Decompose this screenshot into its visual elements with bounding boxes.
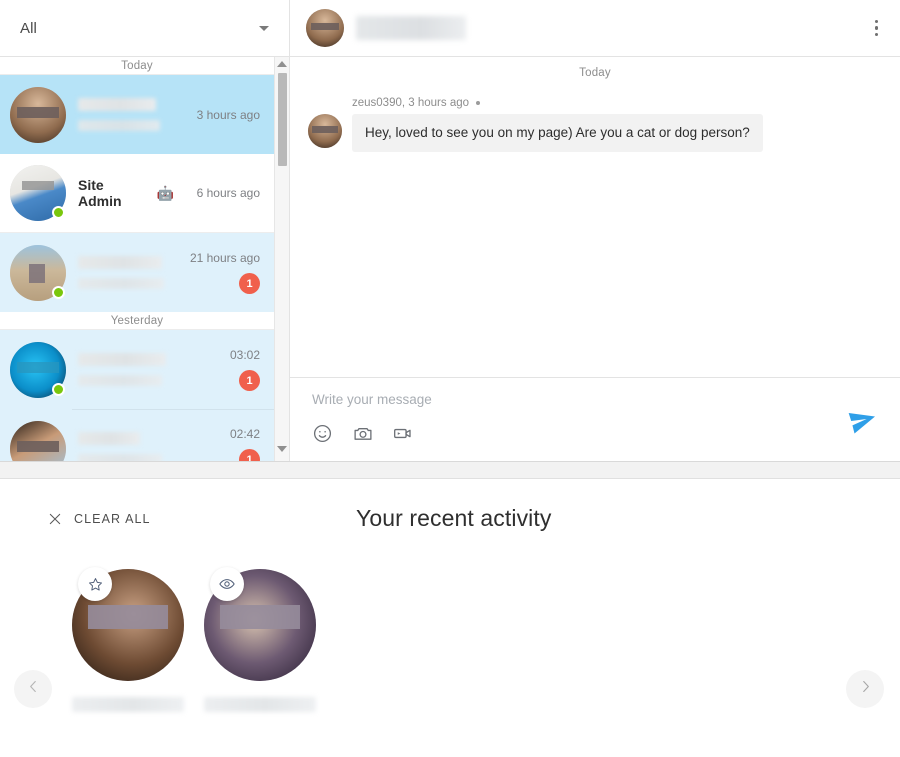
- blurred-message: [78, 278, 164, 289]
- avatar: [10, 420, 66, 461]
- chevron-left-icon: [25, 678, 42, 700]
- activity-carousel: [0, 553, 900, 753]
- blurred-user-name: [204, 697, 316, 712]
- close-x-icon[interactable]: [48, 512, 62, 526]
- blurred-message: [78, 454, 162, 461]
- conversation-meta: 02:42 1: [174, 427, 260, 461]
- message-input-placeholder[interactable]: Write your message: [312, 392, 880, 407]
- kebab-menu-icon[interactable]: [871, 14, 883, 43]
- blurred-message: [78, 375, 162, 386]
- scrollbar-thumb[interactable]: [277, 73, 287, 166]
- message-author-time: zeus0390, 3 hours ago: [352, 97, 470, 109]
- online-indicator: [52, 285, 65, 299]
- conversation-preview: [66, 98, 174, 131]
- send-arrow-icon[interactable]: [848, 405, 878, 435]
- conversation-time: 3 hours ago: [196, 107, 260, 122]
- message-status-dot-icon: [476, 101, 481, 105]
- composer-tools: [312, 423, 880, 443]
- unread-count-badge: 1: [239, 449, 260, 461]
- conversation-time: 03:02: [229, 348, 260, 362]
- conversation-scrollbar[interactable]: [274, 57, 289, 461]
- chat-partner-avatar[interactable]: [306, 9, 344, 47]
- scroll-down-arrow-icon[interactable]: [277, 446, 287, 452]
- blurred-name: [78, 353, 166, 366]
- conversation-name: Site Admin: [78, 177, 122, 209]
- emoji-smiley-icon[interactable]: [312, 423, 334, 443]
- conversation-name-row: Site Admin 🤖: [78, 177, 174, 209]
- conversation-preview: [66, 256, 174, 289]
- clear-all-label: CLEAR ALL: [74, 512, 151, 526]
- conversation-time: 02:42: [229, 427, 260, 441]
- conversation-preview: Site Admin 🤖: [66, 177, 174, 209]
- carousel-next-button[interactable]: [846, 670, 884, 708]
- conversation-time: 6 hours ago: [196, 186, 260, 200]
- messenger-panel: All Today 3 hours ago Site Admin 🤖 6 hou…: [0, 0, 900, 462]
- conversation-row[interactable]: 21 hours ago 1: [0, 233, 274, 312]
- scroll-up-arrow-icon[interactable]: [277, 61, 287, 67]
- chat-partner-name: [356, 16, 466, 40]
- chat-message-area: Today zeus0390, 3 hours ago Hey, loved t…: [290, 57, 900, 377]
- activity-card-list: [0, 553, 900, 712]
- chat-day-label: Today: [579, 67, 611, 79]
- conversation-row[interactable]: 03:02 1: [0, 330, 274, 409]
- conversation-meta: 3 hours ago: [174, 108, 260, 122]
- conversation-filter-dropdown[interactable]: All: [0, 0, 289, 57]
- message-bubble: Hey, loved to see you on my page) Are yo…: [352, 114, 763, 152]
- activity-card[interactable]: [72, 567, 184, 712]
- avatar: [10, 165, 66, 221]
- chevron-right-icon: [857, 678, 874, 700]
- filter-label: All: [20, 19, 37, 37]
- chat-column: Today zeus0390, 3 hours ago Hey, loved t…: [290, 0, 900, 461]
- conversation-preview: [66, 353, 174, 386]
- message-avatar: [308, 114, 342, 148]
- avatar: [10, 341, 66, 398]
- day-separator-today: Today: [0, 57, 274, 75]
- camera-icon[interactable]: [352, 423, 374, 443]
- blurred-name: [78, 98, 156, 111]
- conversation-row[interactable]: 02:42 1: [0, 409, 274, 461]
- day-separator-yesterday: Yesterday: [0, 312, 274, 330]
- carousel-prev-button[interactable]: [14, 670, 52, 708]
- unread-count-badge: 1: [239, 273, 260, 294]
- page-title: Your recent activity: [356, 505, 552, 531]
- conversation-row[interactable]: 3 hours ago: [0, 75, 274, 154]
- blurred-name: [78, 432, 140, 445]
- star-icon: [78, 567, 112, 601]
- conversation-meta: 21 hours ago 1: [174, 251, 260, 294]
- conversation-list-column: All Today 3 hours ago Site Admin 🤖 6 hou…: [0, 0, 290, 461]
- activity-card[interactable]: [204, 567, 316, 712]
- online-indicator: [52, 206, 65, 219]
- recent-activity-panel: CLEAR ALL Your recent activity: [0, 478, 900, 757]
- conversation-meta: 6 hours ago: [174, 186, 260, 200]
- online-indicator: [52, 382, 65, 396]
- message-composer[interactable]: Write your message: [290, 377, 900, 461]
- avatar: [10, 86, 66, 143]
- conversation-meta: 03:02 1: [174, 348, 260, 391]
- blurred-message: [78, 120, 160, 131]
- activity-header: CLEAR ALL Your recent activity: [0, 479, 900, 553]
- blurred-user-name: [72, 697, 184, 712]
- avatar: [10, 244, 66, 301]
- message-meta: zeus0390, 3 hours ago: [352, 97, 880, 109]
- conversation-preview: [66, 432, 174, 461]
- conversation-time: 21 hours ago: [189, 251, 260, 265]
- robot-emoji-icon: 🤖: [156, 184, 174, 201]
- conversation-row[interactable]: Site Admin 🤖 6 hours ago: [0, 154, 274, 233]
- message-row: Hey, loved to see you on my page) Are yo…: [308, 114, 880, 152]
- video-camera-icon[interactable]: [392, 423, 414, 443]
- blurred-name: [78, 256, 162, 269]
- message-group: zeus0390, 3 hours ago Hey, loved to see …: [290, 97, 900, 152]
- clear-all-button[interactable]: CLEAR ALL: [48, 512, 151, 526]
- chevron-down-icon[interactable]: [259, 25, 269, 31]
- conversation-scroll-area: Today 3 hours ago Site Admin 🤖 6 hours a…: [0, 57, 289, 461]
- eye-icon: [210, 567, 244, 601]
- conversation-list: Today 3 hours ago Site Admin 🤖 6 hours a…: [0, 57, 274, 461]
- unread-count-badge: 1: [239, 370, 260, 391]
- chat-header: [290, 0, 900, 57]
